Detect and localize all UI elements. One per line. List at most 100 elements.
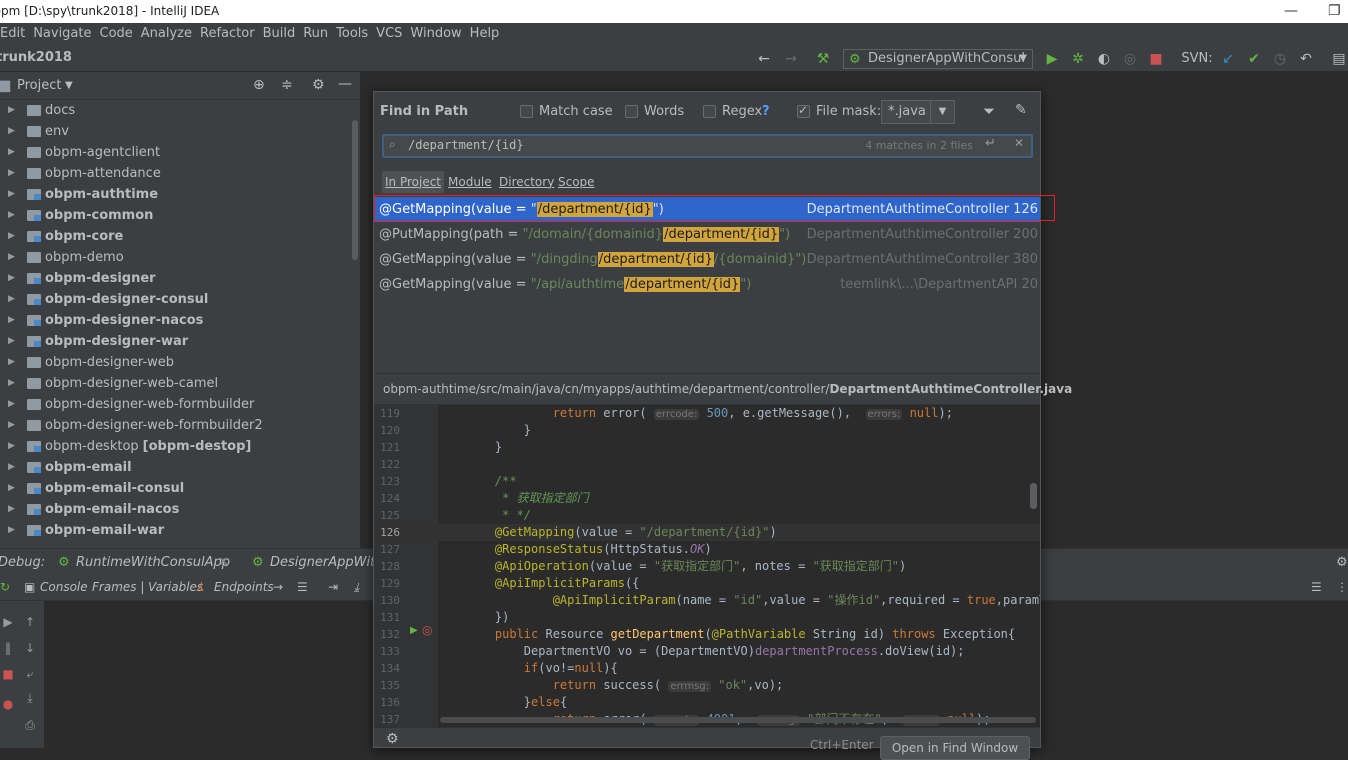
collapse-all-icon[interactable]: ≑ <box>281 77 293 93</box>
back-icon[interactable]: ← <box>755 50 773 68</box>
regex-help-link[interactable]: ? <box>762 104 770 119</box>
chevron-right-icon[interactable]: ▶ <box>8 499 15 520</box>
tree-item[interactable]: ▶ obpm-email <box>0 457 350 478</box>
menu-item-tools[interactable]: Tools <box>332 23 372 44</box>
match-case-checkbox[interactable] <box>520 105 533 118</box>
chevron-right-icon[interactable]: ▶ <box>8 373 15 394</box>
tab-console[interactable]: Console <box>40 580 88 594</box>
chevron-right-icon[interactable]: ▶ <box>8 352 15 373</box>
tree-item[interactable]: ▶ obpm-email-consul <box>0 478 350 499</box>
build-hammer-icon[interactable]: ⚒ <box>814 50 832 68</box>
pin-arrow-icon[interactable]: → <box>273 580 283 594</box>
tab-endpoints[interactable]: Endpoints <box>214 580 274 594</box>
breadcrumb[interactable]: trunk2018 <box>0 50 72 65</box>
tab-frames-variables[interactable]: Frames | Variables <box>92 580 203 594</box>
down-icon[interactable]: ↓ <box>22 641 38 655</box>
chevron-right-icon[interactable]: ▶ <box>8 415 15 436</box>
stop-icon[interactable]: ■ <box>0 667 16 681</box>
tree-item[interactable]: ▶ obpm-common <box>0 205 350 226</box>
project-view-label[interactable]: Project <box>17 78 61 93</box>
run-icon[interactable]: ▶ <box>1043 50 1061 68</box>
chevron-right-icon[interactable]: ▶ <box>8 331 15 352</box>
more-icon[interactable]: ⋮ <box>1336 580 1348 594</box>
hide-icon[interactable]: — <box>338 76 352 92</box>
chevron-right-icon[interactable]: ▶ <box>8 394 15 415</box>
tree-item[interactable]: ▶ obpm-designer-web <box>0 352 350 373</box>
menu-icon[interactable]: ☰ <box>297 580 308 594</box>
resume-icon[interactable]: ▶ <box>0 615 16 629</box>
chevron-right-icon[interactable]: ▶ <box>8 100 15 121</box>
preview-horizontal-scrollbar[interactable] <box>440 717 1036 723</box>
profile-icon[interactable]: ◎ <box>1121 50 1139 68</box>
menu-item-analyze[interactable]: Analyze <box>137 23 196 44</box>
minimize-button[interactable]: — <box>1284 0 1298 23</box>
maximize-button[interactable]: ❐ <box>1328 0 1341 23</box>
menu-item-help[interactable]: Help <box>466 23 504 44</box>
tree-item[interactable]: ▶ obpm-email-war <box>0 520 350 541</box>
scope-module[interactable]: Module <box>445 171 495 193</box>
chevron-right-icon[interactable]: ▶ <box>8 310 15 331</box>
step-into-icon[interactable]: ⤓ <box>354 580 359 595</box>
file-mask-select[interactable]: *.java ▼ <box>881 100 955 124</box>
preview-vertical-scrollbar[interactable] <box>1030 483 1037 509</box>
tree-item[interactable]: ▶ obpm-designer-war <box>0 331 350 352</box>
pause-icon[interactable]: ‖ <box>0 641 16 655</box>
chevron-right-icon[interactable]: ▶ <box>8 520 15 541</box>
chevron-right-icon[interactable]: ▶ <box>8 478 15 499</box>
tree-item[interactable]: ▶ obpm-desktop [obpm-destop] <box>0 436 350 457</box>
words-label[interactable]: Words <box>644 104 684 119</box>
tree-item[interactable]: ▶ obpm-core <box>0 226 350 247</box>
chevron-right-icon[interactable]: ▶ <box>8 289 15 310</box>
debug-icon[interactable]: ✲ <box>1069 50 1087 68</box>
tree-item[interactable]: ▶ obpm-designer <box>0 268 350 289</box>
rollback-icon[interactable]: ↶ <box>1297 50 1315 68</box>
result-row[interactable]: @GetMapping(value = "/api/authtime/depar… <box>374 272 1040 297</box>
debug-tab-designer[interactable]: DesignerAppWith <box>270 555 383 570</box>
list-icon[interactable]: ☰ <box>1311 580 1322 594</box>
tree-item[interactable]: ▶ obpm-designer-web-camel <box>0 373 350 394</box>
chevron-right-icon[interactable]: ▶ <box>8 247 15 268</box>
debug-tab-runtime[interactable]: RuntimeWithConsulApp <box>76 555 230 570</box>
locate-icon[interactable]: ⊕ <box>253 77 265 93</box>
scroll-end-icon[interactable]: ⤓ <box>22 691 38 705</box>
close-icon[interactable]: ✕ <box>218 555 229 570</box>
tree-item[interactable]: ▶ docs <box>0 100 350 121</box>
newline-icon[interactable]: ↵ <box>985 136 996 151</box>
gear-icon[interactable]: ⚙ <box>312 77 325 93</box>
chevron-right-icon[interactable]: ▶ <box>8 457 15 478</box>
project-structure-icon[interactable]: ▤ <box>1330 50 1348 68</box>
search-input[interactable]: ⌕ /department/{id} 4 matches in 2 files … <box>382 134 1033 158</box>
step-icon[interactable]: ⇥ <box>328 580 338 594</box>
gear-icon[interactable]: ⚙ <box>1336 555 1348 570</box>
tree-item[interactable]: ▶ obpm-agentclient <box>0 142 350 163</box>
result-row[interactable]: @GetMapping(value = "/department/{id}") D… <box>374 197 1040 222</box>
match-case-label[interactable]: Match case <box>539 104 613 119</box>
tree-item[interactable]: ▶ obpm-designer-web-formbuilder <box>0 394 350 415</box>
chevron-right-icon[interactable]: ▶ <box>8 205 15 226</box>
chevron-right-icon[interactable]: ▶ <box>8 142 15 163</box>
run-configuration-select[interactable]: ⚙ DesignerAppWithConsul ▼ <box>843 49 1033 69</box>
tree-item[interactable]: ▶ obpm-authtime <box>0 184 350 205</box>
print-icon[interactable]: ⎙ <box>22 718 38 732</box>
result-row[interactable]: @GetMapping(value = "/dingding/departmen… <box>374 247 1040 272</box>
clear-icon[interactable]: ✕ <box>1014 136 1024 150</box>
code-preview[interactable]: 119 return error( errcode: 500, e.getMes… <box>374 405 1040 727</box>
project-scrollbar[interactable] <box>352 120 358 260</box>
up-icon[interactable]: ↑ <box>22 615 38 629</box>
chevron-down-icon[interactable]: ▼ <box>65 80 73 91</box>
tree-item[interactable]: ▶ obpm-designer-consul <box>0 289 350 310</box>
tree-item[interactable]: ▶ obpm-attendance <box>0 163 350 184</box>
breakpoints-icon[interactable]: ● <box>0 697 16 711</box>
history-icon[interactable]: ◷ <box>1271 50 1289 68</box>
menu-item-navigate[interactable]: Navigate <box>29 23 95 44</box>
pin-icon[interactable]: ✎ <box>1015 102 1027 118</box>
tree-item[interactable]: ▶ obpm-demo <box>0 247 350 268</box>
svn-update-icon[interactable]: ↙ <box>1219 50 1237 68</box>
menu-item-code[interactable]: Code <box>96 23 137 44</box>
menu-item-build[interactable]: Build <box>259 23 300 44</box>
open-in-find-window-button[interactable]: Open in Find Window <box>880 736 1030 760</box>
coverage-icon[interactable]: ◐ <box>1095 50 1113 68</box>
result-row[interactable]: @PutMapping(path = "/domain/{domainid}/d… <box>374 222 1040 247</box>
rerun-icon[interactable]: ↻ <box>0 580 10 594</box>
tree-item[interactable]: ▶ obpm-email-nacos <box>0 499 350 520</box>
